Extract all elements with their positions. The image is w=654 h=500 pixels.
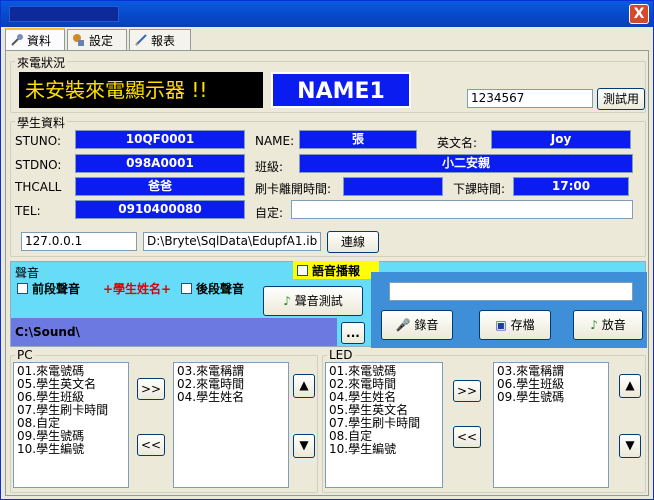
record-label: 錄音: [414, 318, 439, 332]
pc-move-down-button[interactable]: ▼: [293, 434, 315, 458]
microphone-icon: 🎤: [395, 318, 411, 332]
pc-available-list[interactable]: 01.來電號碼 05.學生英文名 06.學生班級 07.學生刷卡時間 08.自定…: [13, 362, 129, 488]
test-button[interactable]: 測試用: [597, 88, 645, 110]
browse-button[interactable]: ...: [341, 322, 365, 344]
sound-group-label: 聲音: [15, 266, 40, 280]
led-group-label: LED: [327, 348, 355, 362]
sound-test-button[interactable]: ♪ 聲音測試: [263, 286, 363, 316]
pre-sound-checkbox[interactable]: 前段聲音: [17, 280, 80, 297]
student-name-tag: +學生姓名+: [103, 282, 172, 296]
custom-label: 自定:: [255, 206, 284, 220]
pc-group-label: PC: [15, 348, 35, 362]
thcall-label: THCALL: [15, 180, 62, 194]
caller-name-display: NAME1: [271, 72, 411, 108]
stuno-label: STUNO:: [15, 134, 61, 148]
tts-label: 語音播報: [312, 264, 361, 278]
caller-group-label: 來電狀況: [15, 54, 68, 71]
database-path-input[interactable]: D:\Bryte\SqlData\EdupfA1.ib: [143, 232, 321, 251]
sound-path-field[interactable]: C:\Sound\: [11, 318, 337, 346]
pc-group: PC 01.來電號碼 05.學生英文名 06.學生班級 07.學生刷卡時間 08…: [10, 348, 318, 493]
record-button[interactable]: 🎤 錄音: [381, 310, 453, 340]
name-label: NAME:: [255, 134, 295, 148]
pc-move-up-button[interactable]: ▲: [293, 374, 315, 398]
caller-status-display: 未安裝來電顯示器 !!: [19, 72, 263, 108]
tel-label: TEL:: [15, 204, 41, 218]
tel-field[interactable]: 0910400080: [75, 200, 245, 219]
tab-settings-label: 設定: [89, 34, 114, 48]
save-label: 存檔: [510, 318, 535, 332]
test-number-input[interactable]: 1234567: [467, 89, 593, 108]
tts-panel: 🎤 錄音 ▣ 存檔 ♪ 放音: [371, 272, 647, 348]
thcall-field[interactable]: 爸爸: [75, 177, 245, 196]
sound-group: 聲音 前段聲音 +學生姓名+ 後段聲音 ♪ 聲音測試 C:\Sound\ ...…: [10, 261, 647, 348]
play-label: 放音: [601, 318, 626, 332]
post-sound-checkbox[interactable]: 後段聲音: [181, 280, 244, 297]
pc-add-button[interactable]: >>: [137, 378, 165, 400]
save-button[interactable]: ▣ 存檔: [479, 310, 551, 340]
led-group: LED 01.來電號碼 02.來電時間 04.學生姓名 05.學生英文名 07.…: [322, 348, 646, 493]
stdno-label: STDNO:: [15, 158, 62, 172]
play-icon: ♪: [590, 318, 598, 332]
tab-data-label: 資料: [27, 34, 52, 48]
english-name-field[interactable]: Joy: [491, 130, 631, 149]
list-item[interactable]: 10.學生編號: [329, 443, 439, 456]
pre-sound-label: 前段聲音: [32, 282, 81, 296]
sound-test-label: 聲音測試: [294, 294, 343, 308]
pc-remove-button[interactable]: <<: [137, 434, 165, 456]
title-bar[interactable]: X: [1, 1, 653, 27]
student-group-label: 學生資料: [15, 114, 68, 131]
settings-icon: [73, 34, 84, 46]
play-button[interactable]: ♪ 放音: [573, 310, 643, 340]
tab-data[interactable]: 資料: [5, 28, 65, 52]
app-window: X 資料 設定 報表 來電狀況 未安裝來電顯示器 !! NAME1 123456…: [0, 0, 654, 500]
report-icon: [135, 34, 147, 46]
card-time-label: 刷卡離開時間:: [255, 182, 332, 196]
tts-checkbox[interactable]: 語音播報: [293, 261, 379, 279]
led-available-list[interactable]: 01.來電號碼 02.來電時間 04.學生姓名 05.學生英文名 07.學生刷卡…: [325, 362, 443, 488]
post-sound-label: 後段聲音: [196, 282, 245, 296]
post-sound-check-icon: [181, 283, 192, 294]
list-item[interactable]: 09.學生號碼: [497, 391, 605, 404]
tab-report-label: 報表: [151, 34, 176, 48]
led-move-up-button[interactable]: ▲: [619, 374, 641, 398]
english-name-label: 英文名:: [437, 136, 478, 150]
ip-input[interactable]: 127.0.0.1: [21, 232, 137, 251]
dismiss-time-label: 下課時間:: [453, 182, 506, 196]
wrench-icon: [11, 34, 23, 46]
floppy-icon: ▣: [495, 318, 507, 332]
custom-field[interactable]: [291, 200, 633, 219]
list-item[interactable]: 10.學生編號: [17, 443, 125, 456]
list-item[interactable]: 04.學生姓名: [177, 391, 285, 404]
student-group: 學生資料 STUNO: 10QF0001 STDNO: 098A0001 THC…: [10, 114, 646, 257]
led-remove-button[interactable]: <<: [453, 426, 481, 448]
led-add-button[interactable]: >>: [453, 380, 481, 402]
led-move-down-button[interactable]: ▼: [619, 434, 641, 458]
tab-settings[interactable]: 設定: [67, 29, 127, 51]
caller-group: 來電狀況 未安裝來電顯示器 !! NAME1 1234567 測試用: [10, 54, 646, 113]
close-button[interactable]: X: [629, 4, 649, 24]
sound-test-icon: ♪: [283, 294, 291, 308]
class-label: 班級:: [255, 160, 284, 174]
data-panel: 來電狀況 未安裝來電顯示器 !! NAME1 1234567 測試用 學生資料 …: [5, 50, 649, 496]
name-field[interactable]: 張: [299, 130, 417, 149]
tab-report[interactable]: 報表: [129, 29, 191, 51]
window-title: [9, 6, 119, 22]
pc-selected-list[interactable]: 03.來電稱謂 02.來電時間 04.學生姓名: [173, 362, 289, 488]
dismiss-time-field[interactable]: 17:00: [513, 177, 629, 196]
connect-button[interactable]: 連線: [327, 231, 379, 253]
tts-check-icon: [297, 265, 308, 276]
pre-sound-check-icon: [17, 283, 28, 294]
card-time-field[interactable]: [343, 177, 443, 196]
class-field[interactable]: 小二安親: [299, 154, 633, 173]
stuno-field[interactable]: 10QF0001: [75, 130, 245, 149]
led-selected-list[interactable]: 03.來電稱謂 06.學生班級 09.學生號碼: [493, 362, 609, 488]
stdno-field[interactable]: 098A0001: [75, 154, 245, 173]
tts-text-input[interactable]: [389, 282, 633, 301]
